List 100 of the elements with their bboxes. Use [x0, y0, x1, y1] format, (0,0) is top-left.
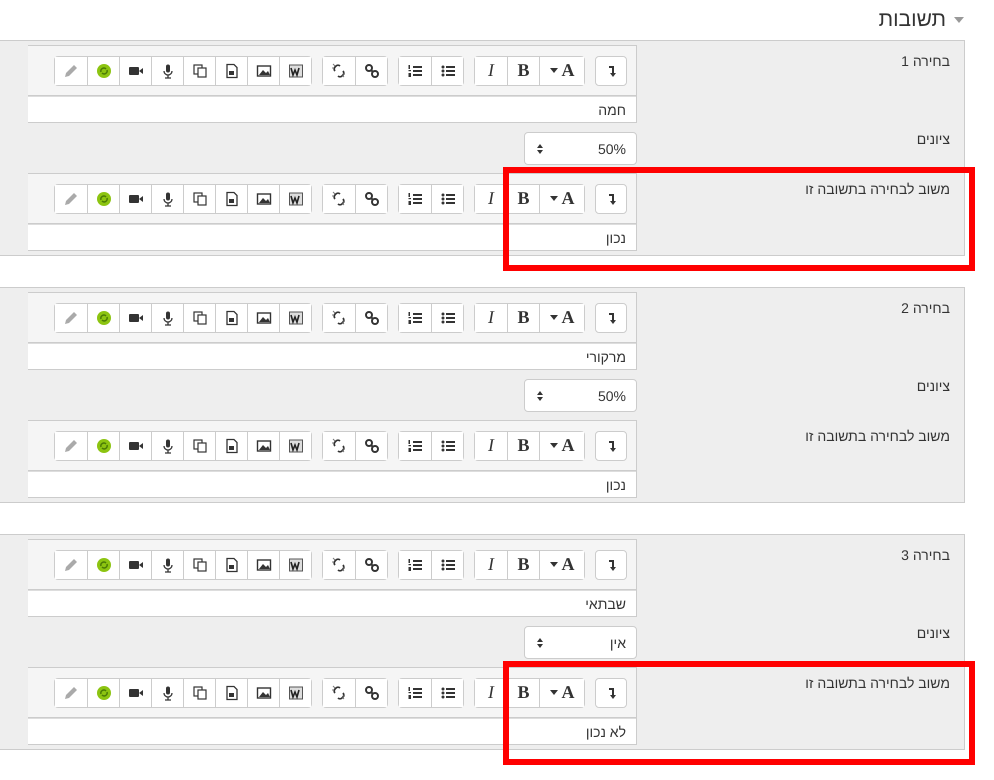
field-label: ציונים	[916, 130, 951, 147]
section-toggle[interactable]: תשובות	[878, 8, 964, 32]
media-file-icon	[224, 62, 240, 78]
text-editor-field[interactable]: שבתאי	[28, 590, 636, 616]
toolbar-button[interactable]	[279, 550, 311, 578]
bullet-list-icon	[440, 684, 456, 700]
link-icon	[364, 438, 380, 454]
toolbar-button[interactable]	[431, 304, 463, 332]
caret-icon	[550, 196, 558, 201]
pencil-icon	[63, 684, 79, 700]
caret-icon	[550, 315, 558, 320]
font-color-button[interactable]: A	[539, 550, 584, 578]
image-icon	[256, 62, 272, 78]
toolbar-button[interactable]	[355, 304, 387, 332]
document-icon	[288, 310, 304, 326]
numbered-list-icon	[407, 62, 423, 78]
toolbar-button[interactable]	[279, 432, 311, 460]
text-editor-field[interactable]: לא נכון	[28, 718, 636, 744]
unlink-icon	[331, 556, 347, 572]
link-icon	[364, 684, 380, 700]
toolbar-button[interactable]	[431, 678, 463, 706]
toolbar-button[interactable]	[431, 56, 463, 84]
copy-icon	[192, 556, 208, 572]
pencil-icon	[63, 310, 79, 326]
font-color-button[interactable]: A	[539, 304, 584, 332]
link-icon	[364, 62, 380, 78]
toolbar-button[interactable]	[355, 678, 387, 706]
unlink-icon	[331, 684, 347, 700]
font-color-button[interactable]: A	[539, 56, 584, 84]
unlink-icon	[331, 62, 347, 78]
pencil-icon	[63, 190, 79, 206]
updown-arrow-icon	[537, 144, 543, 154]
document-icon	[288, 62, 304, 78]
field-label: בחירה 3	[900, 546, 951, 563]
grade-dropdown[interactable]: אין	[524, 626, 637, 659]
updown-arrow-icon	[537, 390, 543, 400]
disc-icon	[96, 684, 112, 700]
copy-icon	[192, 438, 208, 454]
media-file-icon	[224, 310, 240, 326]
image-icon	[256, 190, 272, 206]
document-icon	[288, 556, 304, 572]
toolbar-button[interactable]	[355, 184, 387, 212]
image-icon	[256, 438, 272, 454]
unlink-icon	[331, 310, 347, 326]
media-file-icon	[224, 438, 240, 454]
media-file-icon	[224, 190, 240, 206]
toolbar-button[interactable]	[279, 304, 311, 332]
toolbar-button[interactable]	[279, 678, 311, 706]
document-icon	[288, 438, 304, 454]
field-label: ציונים	[916, 377, 951, 394]
numbered-list-icon	[407, 190, 423, 206]
link-icon	[364, 310, 380, 326]
updown-arrow-icon	[537, 638, 543, 648]
media-file-icon	[224, 684, 240, 700]
field-label: משוב לבחירה בתשובה זו	[804, 674, 951, 691]
pencil-icon	[63, 556, 79, 572]
bullet-list-icon	[440, 310, 456, 326]
unlink-icon	[331, 190, 347, 206]
toolbar-button[interactable]	[355, 432, 387, 460]
toolbar-button[interactable]	[355, 550, 387, 578]
font-color-button[interactable]: A	[539, 184, 584, 212]
grade-dropdown[interactable]: 50%	[524, 132, 637, 165]
font-color-button[interactable]: A	[539, 678, 584, 706]
pencil-icon	[63, 438, 79, 454]
image-icon	[256, 310, 272, 326]
caret-icon	[550, 562, 558, 567]
toolbar-button[interactable]	[279, 56, 311, 84]
toolbar-button[interactable]	[355, 56, 387, 84]
bullet-list-icon	[440, 62, 456, 78]
copy-icon	[192, 190, 208, 206]
toolbar-button[interactable]	[279, 184, 311, 212]
text-editor-field[interactable]: מרקורי	[28, 343, 636, 369]
image-icon	[256, 684, 272, 700]
grade-dropdown[interactable]: 50%	[524, 379, 637, 412]
copy-icon	[192, 62, 208, 78]
document-icon	[288, 190, 304, 206]
caret-icon	[550, 68, 558, 73]
bullet-list-icon	[440, 438, 456, 454]
disc-icon	[96, 190, 112, 206]
text-editor-field[interactable]: נכון	[28, 224, 636, 250]
text-editor-field[interactable]: חמה	[28, 96, 636, 122]
toolbar-button[interactable]	[431, 184, 463, 212]
document-icon	[288, 684, 304, 700]
disc-icon	[96, 438, 112, 454]
caret-icon	[550, 690, 558, 695]
numbered-list-icon	[407, 556, 423, 572]
toolbar-button[interactable]	[431, 432, 463, 460]
disc-icon	[96, 556, 112, 572]
numbered-list-icon	[407, 310, 423, 326]
field-label: משוב לבחירה בתשובה זו	[804, 180, 951, 197]
pencil-icon	[63, 62, 79, 78]
font-color-button[interactable]: A	[539, 432, 584, 460]
copy-icon	[192, 310, 208, 326]
copy-icon	[192, 684, 208, 700]
numbered-list-icon	[407, 684, 423, 700]
field-label: בחירה 1	[900, 52, 951, 69]
image-icon	[256, 556, 272, 572]
toolbar-button[interactable]	[431, 550, 463, 578]
field-label: ציונים	[916, 624, 951, 641]
text-editor-field[interactable]: נכון	[28, 471, 636, 497]
